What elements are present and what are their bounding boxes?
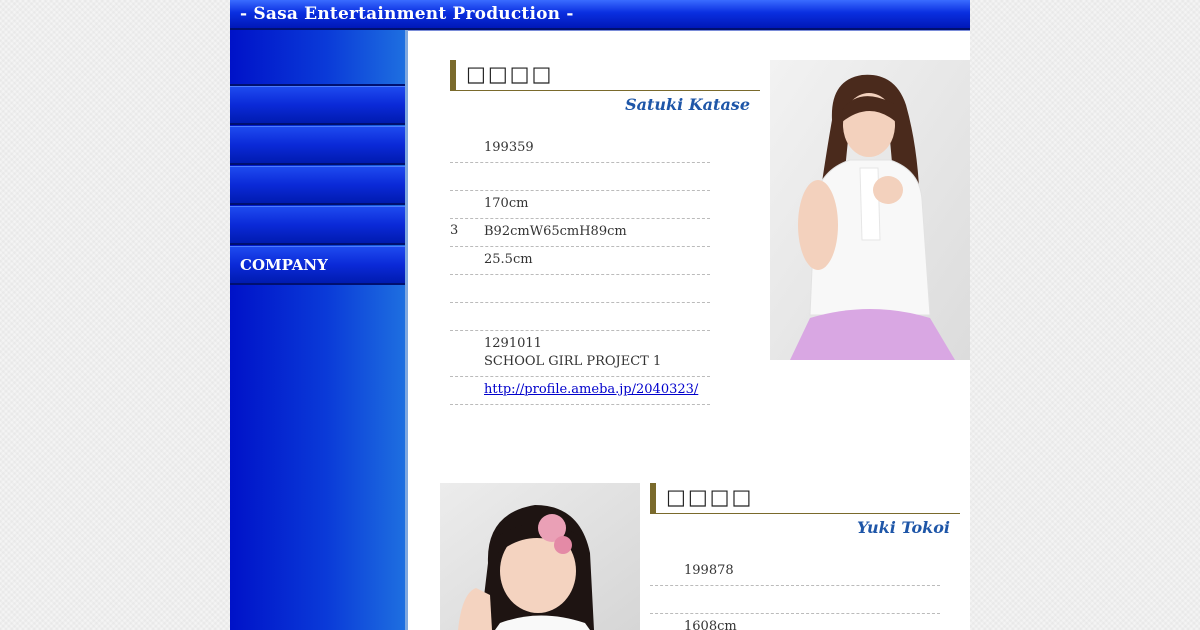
- profile-name-jp: □□□□: [466, 62, 554, 86]
- profile-row: [650, 590, 940, 614]
- profile-row: 170cm: [450, 195, 710, 219]
- row-key: 3: [450, 223, 459, 238]
- sidebar-item-company[interactable]: COMPANY: [230, 246, 405, 285]
- sidebar-item-2[interactable]: [230, 86, 405, 125]
- row-value: 199359: [484, 140, 534, 155]
- sidebar-item-5[interactable]: [230, 206, 405, 245]
- row-value-secondary: SCHOOL GIRL PROJECT 1: [484, 354, 662, 369]
- heading-rule: [650, 513, 960, 514]
- sidebar-nav: COMPANY: [230, 30, 408, 630]
- profile-row: 3 B92cmW65cmH89cm: [450, 223, 710, 247]
- profile-row: 199359: [450, 139, 710, 163]
- sidebar-item-4[interactable]: [230, 166, 405, 205]
- profile-blog-link[interactable]: http://profile.ameba.jp/2040323/: [484, 382, 698, 397]
- sidebar-item-label: COMPANY: [240, 256, 328, 274]
- site-title: - Sasa Entertainment Production -: [240, 4, 574, 24]
- profile-row: 1291011 SCHOOL GIRL PROJECT 1: [450, 335, 710, 377]
- row-value: 1291011: [484, 336, 542, 351]
- profile-row: [450, 307, 710, 331]
- profile-row: 199878: [650, 562, 940, 586]
- row-value: 25.5cm: [484, 252, 533, 267]
- profile-photo-1: [770, 60, 970, 360]
- profile-name-heading: □□□□ Yuki Tokoi: [650, 483, 960, 537]
- row-value: 1608cm: [684, 619, 737, 630]
- heading-rule: [450, 90, 760, 91]
- profile-row: http://profile.ameba.jp/2040323/: [450, 381, 710, 405]
- page-container: - Sasa Entertainment Production - COMPAN…: [230, 0, 970, 630]
- profile-photo-image: [440, 483, 640, 630]
- profile-name-en: Satuki Katase: [625, 95, 750, 114]
- sidebar-item-3[interactable]: [230, 126, 405, 165]
- profile-name-en: Yuki Tokoi: [857, 518, 950, 537]
- profile-row: 1608cm: [650, 618, 940, 630]
- profile-photo-image: [770, 60, 970, 360]
- profile-name-heading: □□□□ Satuki Katase: [450, 60, 760, 114]
- profile-photo-2: [440, 483, 640, 630]
- profile-row: [450, 167, 710, 191]
- profile-name-jp: □□□□: [666, 485, 754, 509]
- profile-row: 25.5cm: [450, 251, 710, 275]
- site-header: - Sasa Entertainment Production -: [230, 0, 970, 30]
- sidebar-item-1[interactable]: [230, 30, 405, 86]
- profile-row: [450, 279, 710, 303]
- row-value: 199878: [684, 563, 734, 578]
- row-value: 170cm: [484, 196, 529, 211]
- heading-accent-bar: [450, 60, 456, 90]
- heading-accent-bar: [650, 483, 656, 513]
- row-value: B92cmW65cmH89cm: [484, 224, 627, 239]
